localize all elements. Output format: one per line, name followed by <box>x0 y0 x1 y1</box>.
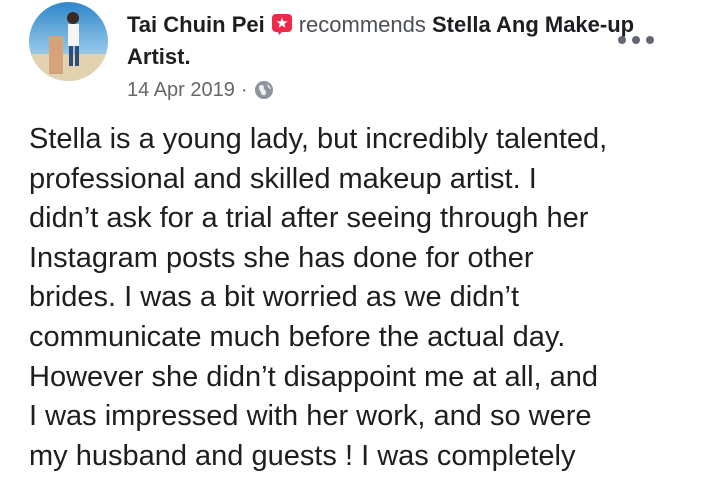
post-body-line: didn’t ask for a trial after seeing thro… <box>29 202 589 235</box>
more-dot <box>632 36 640 44</box>
more-options-icon[interactable] <box>618 30 654 50</box>
globe-icon <box>254 80 274 100</box>
author-name[interactable]: Tai Chuin Pei <box>127 12 265 37</box>
recommends-verb: recommends <box>298 12 426 37</box>
post-body-line: brides. I was a bit worried as we didn’t <box>29 281 519 314</box>
post-body-line: my husband and guests ! I was completely <box>29 439 576 472</box>
avatar-photo <box>29 2 108 81</box>
post-body-line: Instagram posts she has done for other <box>29 241 534 274</box>
meta-separator: · <box>240 79 248 101</box>
post-body-line: However she didn’t disappoint me at all,… <box>29 360 599 393</box>
post-body: Stella is a young lady, but incredibly t… <box>29 120 709 476</box>
post-body-line: professional and skilled makeup artist. … <box>29 162 537 195</box>
post-body-line: Stella is a young lady, but incredibly t… <box>29 123 608 155</box>
post-meta: 14 Apr 2019 · <box>127 77 274 103</box>
post-date[interactable]: 14 Apr 2019 <box>127 77 235 103</box>
more-dot <box>646 36 654 44</box>
post-header: Tai Chuin Pei recommends Stella Ang Make-… <box>127 9 647 73</box>
recommend-badge-icon <box>271 12 293 35</box>
post-body-line: communicate much before the actual day. <box>29 320 566 353</box>
avatar[interactable] <box>29 2 108 81</box>
recommendation-post: Tai Chuin Pei recommends Stella Ang Make-… <box>0 0 719 479</box>
post-body-line: I was impressed with her work, and so we… <box>29 400 592 433</box>
more-dot <box>618 36 626 44</box>
